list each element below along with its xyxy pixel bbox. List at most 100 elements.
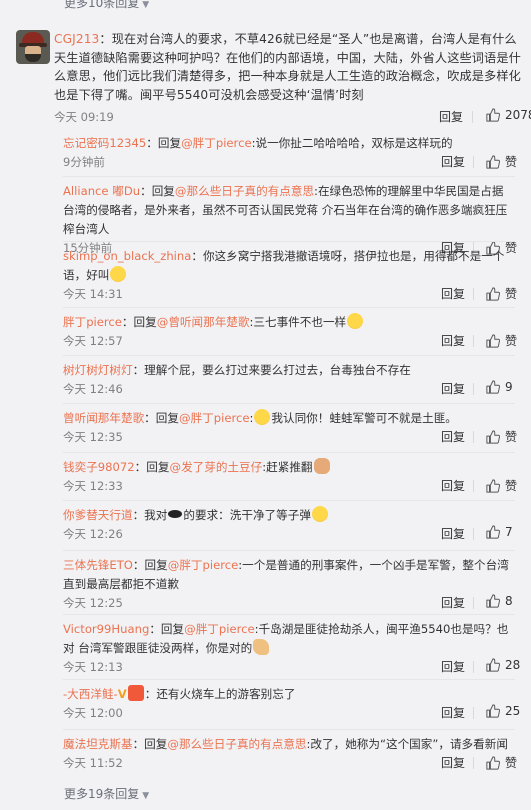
reply-button[interactable]: 回复: [441, 380, 465, 397]
reply-username[interactable]: 胖丁pierce: [63, 315, 122, 329]
reply-username[interactable]: 魔法坦克斯基: [63, 737, 133, 751]
divider: [473, 757, 474, 769]
divider: [63, 452, 515, 453]
reply-button[interactable]: 回复: [441, 477, 465, 494]
thumbs-up-icon: [486, 594, 500, 608]
reply-username[interactable]: Victor99Huang: [63, 622, 149, 636]
thumbs-up-icon: [486, 154, 500, 169]
reply-username[interactable]: 三体先锋ETO: [63, 558, 133, 572]
reply-button[interactable]: 回复: [441, 332, 465, 349]
like-button[interactable]: 25: [486, 704, 520, 718]
reply-meta: 9分钟前 回复 赞: [63, 153, 517, 173]
divider: [63, 550, 515, 551]
replies-panel: 忘记密码12345：回复@胖丁pierce:说一你扯二哈哈哈哈，双标是这样玩的 9…: [52, 132, 522, 777]
thumbs-up-icon: [486, 755, 500, 770]
main-like-button[interactable]: 2078: [486, 108, 531, 122]
reply-username[interactable]: 你爹替天行道: [63, 508, 133, 522]
reply-meta: 今天 12:46 回复 9: [63, 380, 515, 400]
mention-link[interactable]: @胖丁pierce: [181, 136, 252, 150]
mention-link[interactable]: @那么些日子真的有点意思: [175, 184, 314, 198]
reply-text: 魔法坦克斯基：回复@那么些日子真的有点意思:改了，她称为“这个国家”，请多看新闻: [63, 735, 515, 754]
like-count: 9: [505, 380, 513, 394]
more-replies-top-link[interactable]: 更多10条回复 ▼: [64, 0, 149, 11]
reply-button[interactable]: 回复: [441, 285, 465, 302]
reply-time: 今天 12:00: [63, 706, 123, 720]
reply-content: ：回复: [132, 558, 168, 572]
reply-item: 忘记密码12345：回复@胖丁pierce:说一你扯二哈哈哈哈，双标是这样玩的 9…: [63, 134, 517, 173]
reply-button[interactable]: 回复: [441, 594, 465, 611]
mention-link[interactable]: @发了芽的土豆仔: [169, 460, 262, 474]
reply-button[interactable]: 回复: [441, 754, 465, 771]
reply-item: skimp_on_black_zhina：你这乡窝宁搭我港撤语境呀，搭伊拉也是，…: [63, 247, 517, 305]
thumbs-up-icon: [486, 704, 500, 718]
divider: [473, 335, 474, 347]
divider: [473, 156, 474, 168]
mention-link[interactable]: @胖丁pierce: [179, 411, 250, 425]
divider: [63, 355, 515, 356]
reply-username[interactable]: -大西洋鲑-: [63, 687, 118, 701]
mention-link[interactable]: @那么些日子真的有点意思: [167, 737, 306, 751]
main-reply-button[interactable]: 回复: [439, 108, 463, 125]
like-button[interactable]: 9: [486, 380, 513, 394]
reply-time: 今天 12:35: [63, 430, 123, 444]
reply-button[interactable]: 回复: [441, 153, 465, 170]
more-replies-bottom-link[interactable]: 更多19条回复 ▼: [64, 785, 149, 802]
reply-username[interactable]: 钱奕子98072: [63, 460, 135, 474]
avatar[interactable]: [16, 30, 50, 64]
reply-username[interactable]: 忘记密码12345: [63, 136, 146, 150]
reply-time: 今天 14:31: [63, 287, 123, 301]
thumbs-up-icon: [486, 525, 500, 539]
mention-link[interactable]: @胖丁pierce: [184, 622, 255, 636]
like-button[interactable]: 赞: [486, 477, 517, 494]
smile-emoji-icon: [311, 506, 328, 522]
like-count: 赞: [505, 430, 518, 444]
reply-content: ：理解个屁，要么打过来要么打过去，台毒独台不存在: [132, 363, 411, 377]
reply-button[interactable]: 回复: [441, 525, 465, 542]
reply-text: Victor99Huang：回复@胖丁pierce:千岛湖是匪徒抢劫杀人，闽平渔…: [63, 620, 515, 658]
main-comment-username[interactable]: CGJ213: [54, 32, 99, 46]
divider: [63, 679, 515, 680]
reply-content: ：回复: [149, 622, 185, 636]
reply-username[interactable]: skimp_on_black_zhina: [63, 249, 191, 263]
main-comment-time: 今天 09:19: [54, 110, 114, 124]
laugh-emoji-icon: [110, 266, 127, 282]
thumbs-up-icon: [486, 333, 500, 348]
like-button[interactable]: 赞: [486, 332, 517, 349]
reply-item: Victor99Huang：回复@胖丁pierce:千岛湖是匪徒抢劫杀人，闽平渔…: [63, 620, 520, 678]
reply-content: ：回复: [144, 411, 179, 425]
like-button[interactable]: 赞: [486, 153, 517, 170]
reply-content: 我认同你！蛙蛙军警可不就是土匪。: [271, 411, 457, 425]
thumbs-up-icon: [486, 380, 500, 394]
reply-meta: 今天 12:33 回复 赞: [63, 477, 517, 497]
like-button[interactable]: 8: [486, 594, 513, 608]
like-count: 28: [505, 658, 521, 672]
reply-button[interactable]: 回复: [441, 428, 465, 445]
like-count: 赞: [505, 334, 518, 348]
divider: [63, 176, 515, 177]
reply-item: 胖丁pierce：回复@曾听闻那年楚歌:三七事件不也一样 今天 12:57 回复 赞: [63, 313, 517, 352]
like-button[interactable]: 赞: [486, 754, 517, 771]
reply-button[interactable]: 回复: [441, 704, 465, 721]
like-button[interactable]: 28: [486, 658, 520, 672]
reply-content: ：回复: [134, 460, 170, 474]
reply-meta: 今天 14:31 回复 赞: [63, 285, 517, 305]
reply-username[interactable]: 曾听闻那年楚歌: [63, 411, 144, 425]
like-button[interactable]: 赞: [486, 285, 517, 302]
like-count: 赞: [505, 155, 518, 169]
reply-username[interactable]: Alliance 嘟Du: [63, 184, 140, 198]
reply-text: 忘记密码12345：回复@胖丁pierce:说一你扯二哈哈哈哈，双标是这样玩的: [63, 134, 515, 153]
like-button[interactable]: 7: [486, 525, 513, 539]
reply-content: ：回复: [146, 136, 182, 150]
reply-content: ：还有火烧车上的游客别忘了: [144, 687, 296, 701]
reply-time: 今天 12:25: [63, 596, 123, 610]
reply-item: 你爹替天行道：我对 的要求：洗干净了等子弹 今天 12:26 回复 7: [63, 506, 515, 545]
mention-link[interactable]: @胖丁pierce: [168, 558, 239, 572]
reply-time: 今天 11:52: [63, 756, 123, 770]
like-button[interactable]: 赞: [486, 428, 517, 445]
reply-username[interactable]: 树灯树灯树灯: [63, 363, 133, 377]
reply-button[interactable]: 回复: [441, 658, 465, 675]
reply-time: 今天 12:33: [63, 479, 123, 493]
reply-content: :赶紧推翻: [262, 460, 313, 474]
mention-link[interactable]: @曾听闻那年楚歌: [157, 315, 250, 329]
reply-text: 钱奕子98072：回复@发了芽的土豆仔:赶紧推翻: [63, 458, 515, 477]
